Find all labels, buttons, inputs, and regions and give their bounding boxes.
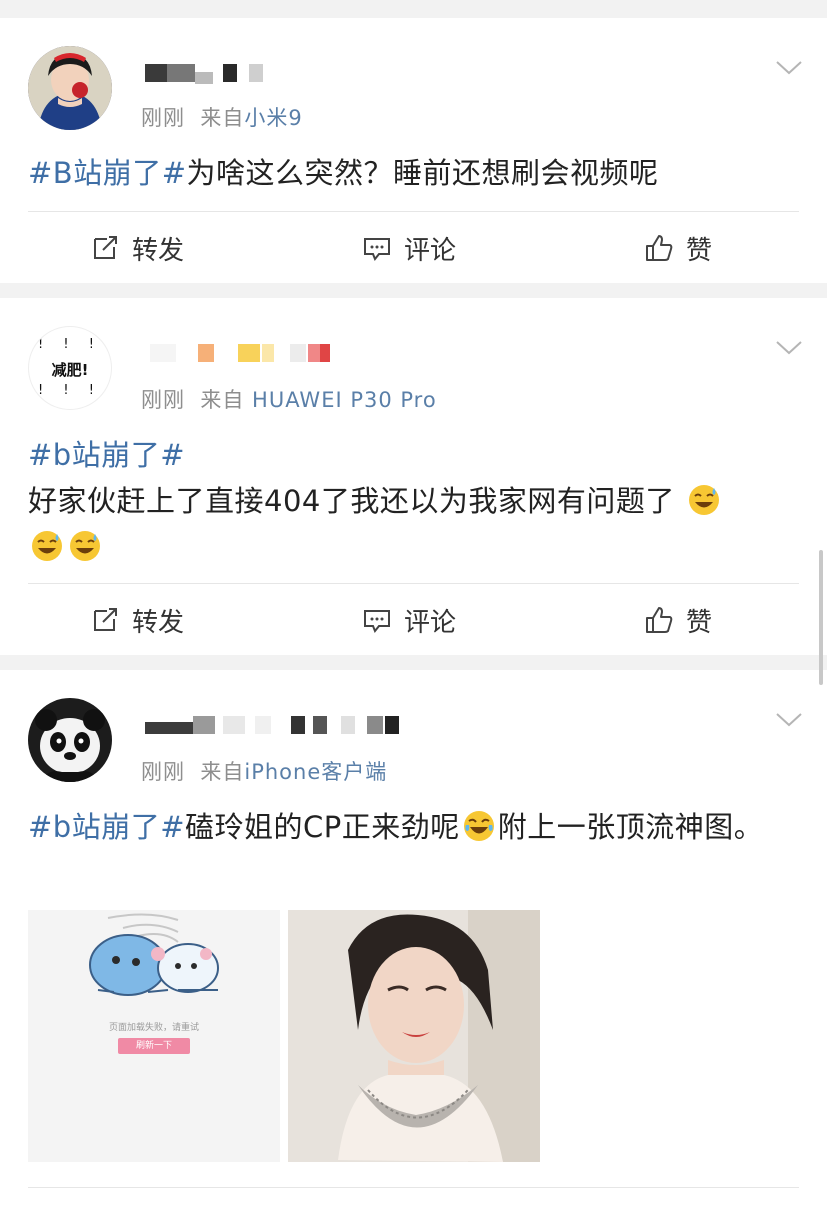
like-button[interactable]: 赞 [644,600,712,640]
thumbs-up-icon [646,235,673,261]
error-text: 页面加载失败，请重试 [108,1023,199,1033]
from-label: 来自 [200,760,245,784]
refresh-button[interactable]: 刷新一下 [118,1038,190,1054]
divider [28,211,799,212]
jianfei-text-avatar[interactable]: ! ! ! 减肥! ! ! ! [28,326,112,410]
comment-icon [364,238,390,261]
woman-portrait-photo[interactable] [288,910,540,1162]
post-time: 刚刚 [141,760,185,784]
thumbs-up-icon [646,607,673,633]
repost-icon [94,608,117,631]
divider [28,583,799,584]
hashtag-link[interactable]: #b站崩了# [28,810,185,844]
comment-label: 评论 [404,235,457,266]
repost-button[interactable]: 转发 [90,228,184,268]
post-content: #B站崩了#为啥这么突然？睡前还想刷会视频呢 [28,150,799,196]
username-blurred[interactable] [150,344,350,366]
post-source[interactable]: 小米9 [244,106,302,130]
avatar-text: 减肥! [51,361,89,379]
comment-label: 评论 [404,607,457,638]
repost-icon [94,236,117,259]
comment-icon [364,610,390,633]
sweat-smile-emoji [70,531,100,561]
repost-label: 转发 [132,607,185,638]
scrollbar[interactable] [819,550,823,685]
post-card: 刚刚 来自小米9 #B站崩了#为啥这么突然？睡前还想刷会视频呢 转发 评论 赞 [0,18,827,283]
post-text: 磕玲姐的CP正来劲呢 [185,810,460,844]
post-content: #b站崩了# 好家伙赶上了直接404了我还以为我家网有问题了 [28,432,799,570]
username-blurred[interactable] [145,64,275,86]
tears-of-joy-emoji [463,811,494,841]
from-label: 来自 [200,388,245,412]
snow-white-avatar[interactable] [28,46,112,130]
from-label: 来自 [200,106,245,130]
like-label: 赞 [686,607,713,638]
like-button[interactable]: 赞 [644,228,712,268]
comment-button[interactable]: 评论 [362,600,456,640]
post-text: 为啥这么突然？睡前还想刷会视频呢 [186,156,659,190]
comment-button[interactable]: 评论 [362,228,456,268]
chevron-down-icon[interactable] [775,60,803,76]
post-meta: 刚刚 来自 HUAWEI P30 Pro [141,384,437,414]
post-source[interactable]: iPhone客户端 [244,760,387,784]
chevron-down-icon[interactable] [775,340,803,356]
weibo-feed: 刚刚 来自小米9 #B站崩了#为啥这么突然？睡前还想刷会视频呢 转发 评论 赞 … [0,0,827,1207]
sweat-smile-emoji [688,485,719,515]
like-label: 赞 [686,235,713,266]
post-source[interactable]: HUAWEI P30 Pro [252,388,437,412]
post-card: 刚刚 来自iPhone客户端 #b站崩了#磕玲姐的CP正来劲呢 附上一张顶流神图… [0,670,827,1207]
post-text: 附上一张顶流神图。 [497,810,764,844]
avatar-marks: ! ! ! [38,383,102,398]
divider [28,1187,799,1188]
repost-button[interactable]: 转发 [90,600,184,640]
bilibili-error-illustration[interactable]: 页面加载失败，请重试 刷新一下 [28,910,280,1162]
username-blurred[interactable] [145,716,405,738]
avatar-marks: ! ! ! [38,337,102,352]
panda-avatar[interactable] [28,698,112,782]
repost-label: 转发 [132,235,185,266]
post-meta: 刚刚 来自小米9 [141,102,303,132]
post-time: 刚刚 [141,388,185,412]
chevron-down-icon[interactable] [775,712,803,728]
hashtag-link[interactable]: #B站崩了# [28,156,187,190]
post-card: ! ! ! 减肥! ! ! ! 刚刚 来自 HUAWEI P30 Pro #b站… [0,298,827,655]
post-content: #b站崩了#磕玲姐的CP正来劲呢 附上一张顶流神图。 [28,804,799,850]
post-text: 好家伙赶上了直接404了我还以为我家网有问题了 [28,484,675,518]
sweat-smile-emoji [32,531,62,561]
post-time: 刚刚 [141,106,185,130]
hashtag-link[interactable]: #b站崩了# [28,432,799,478]
post-meta: 刚刚 来自iPhone客户端 [141,756,387,786]
